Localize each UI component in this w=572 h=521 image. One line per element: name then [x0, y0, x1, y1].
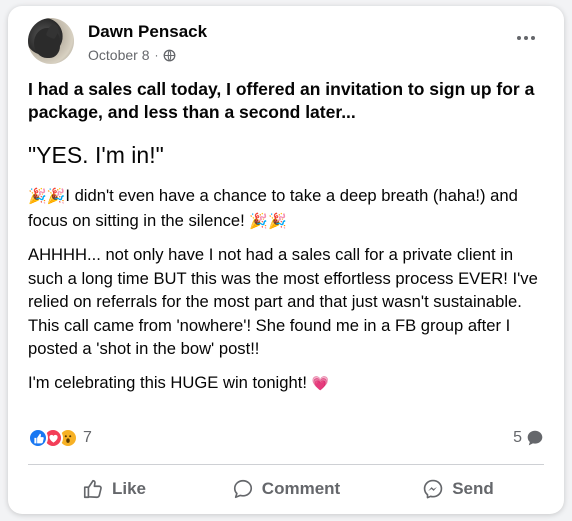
comment-button[interactable]: Comment	[200, 470, 372, 508]
post-paragraph-4: AHHHH... not only have I not had a sales…	[28, 245, 538, 358]
meta-separator: ·	[154, 48, 159, 62]
globe-icon[interactable]	[163, 49, 176, 62]
divider	[28, 464, 544, 465]
post-paragraph-1: I had a sales call today, I offered an i…	[28, 79, 535, 122]
send-button-label: Send	[452, 479, 494, 498]
more-options-icon[interactable]	[514, 26, 538, 50]
reactions-summary[interactable]: 7	[28, 426, 92, 450]
party-popper-emoji: 🎉🎉	[28, 187, 66, 205]
messenger-icon	[423, 479, 443, 499]
like-button[interactable]: Like	[28, 470, 200, 508]
post-body: I had a sales call today, I offered an i…	[28, 78, 548, 395]
post-paragraph-5: I'm celebrating this HUGE win tonight! 💗	[28, 371, 548, 396]
send-button[interactable]: Send	[372, 470, 544, 508]
more-dot	[531, 36, 535, 40]
post-paragraph-5-text: I'm celebrating this HUGE win tonight!	[28, 372, 312, 392]
more-dot	[517, 36, 521, 40]
avatar[interactable]	[28, 18, 74, 64]
post-date[interactable]: October 8	[88, 47, 149, 63]
reaction-count: 7	[83, 429, 92, 446]
like-reaction-icon	[28, 428, 48, 448]
party-popper-emoji: 🎉🎉	[249, 211, 287, 230]
post-paragraph-2: "YES. I'm in!"	[28, 142, 164, 168]
thumbs-up-icon	[83, 479, 102, 499]
heart-emoji: 💗	[311, 374, 329, 391]
author-name[interactable]: Dawn Pensack	[88, 22, 207, 42]
post-meta: October 8 ·	[88, 47, 176, 63]
comment-count-link[interactable]: 5	[513, 426, 544, 450]
like-button-label: Like	[111, 479, 147, 498]
post-paragraph-3: 🎉🎉I didn't even have a chance to take a …	[28, 184, 548, 233]
post-header: Dawn Pensack October 8 ·	[28, 18, 544, 74]
comment-icon	[233, 479, 252, 499]
comment-bubble-icon	[527, 430, 543, 446]
more-dot	[524, 36, 528, 40]
comment-count: 5	[513, 429, 522, 446]
post-actions: Like Comment Send	[28, 470, 544, 508]
post-card: Dawn Pensack October 8 · I had a sales c…	[8, 6, 564, 514]
comment-button-label: Comment	[261, 479, 341, 498]
